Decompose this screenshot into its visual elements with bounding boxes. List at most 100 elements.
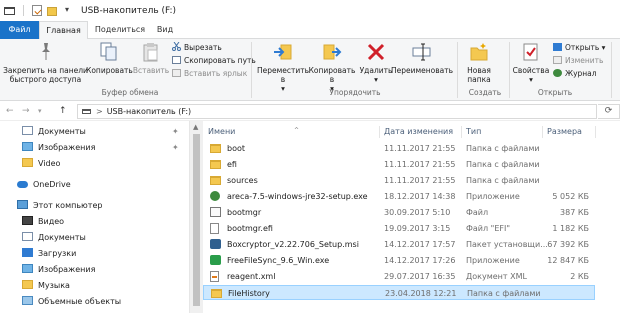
nav-item-video-folder[interactable]: Video [22,156,60,171]
file-type: Файл [466,208,489,217]
copy-button[interactable]: Копировать [86,42,133,75]
file-name: FreeFileSync_9.6_Win.exe [227,256,330,265]
cut-button[interactable]: Вырезать [172,41,222,54]
scroll-up-icon[interactable]: ▲ [193,123,198,131]
nav-label: OneDrive [33,180,71,189]
scissors-icon [172,41,181,51]
efi-file-icon [210,223,219,234]
rename-button[interactable]: Переименовать [390,42,454,75]
file-row[interactable]: efi 11.11.2017 21:55 Папка с файлами [203,157,595,172]
paste-button[interactable]: Вставить [130,42,172,75]
nav-item-downloads[interactable]: Загрузки [22,246,76,261]
group-separator [611,42,612,98]
move-to-button[interactable]: Переместить в ▾ [255,42,311,93]
file-row[interactable]: boot 11.11.2017 21:55 Папка с файлами [203,141,595,156]
back-icon[interactable]: ← [6,106,14,117]
file-row[interactable]: FileHistory 23.04.2018 12:21 Папка с файла… [203,285,595,300]
nav-item-documents[interactable]: Документы [22,230,86,245]
nav-item-documents-quick[interactable]: Документы [22,124,86,139]
tab-share[interactable]: Поделиться [92,21,148,39]
breadcrumb-separator: > [96,107,103,116]
file-row[interactable]: bootmgr 30.09.2017 5:10 Файл 387 КБ [203,205,595,220]
copy-icon [100,42,118,62]
pin-icon[interactable]: ✦ [172,143,179,152]
column-header-size[interactable]: Размера [547,125,582,139]
file-date: 14.12.2017 17:57 [384,240,456,249]
file-name: Boxcryptor_v2.22.706_Setup.msi [227,240,359,249]
organize-group-label: Упорядочить [329,88,381,97]
column-divider[interactable] [595,126,596,138]
up-icon[interactable]: ↑ [59,106,67,117]
recent-locations-icon[interactable]: ▾ [38,106,42,117]
customize-quick-access-icon[interactable]: ▾ [63,5,71,16]
column-divider[interactable] [461,126,462,138]
pin-quick-access-button[interactable]: Закрепить на панели быстрого доступа [3,42,88,84]
nav-item-this-pc[interactable]: Этот компьютер [17,198,102,213]
installer-icon [210,239,221,249]
pin-icon [39,42,53,62]
file-name: reagent.xml [227,272,276,281]
copy-path-button[interactable]: Скопировать путь [172,55,256,67]
history-icon [553,69,562,77]
documents-icon [22,232,33,241]
onedrive-icon [17,181,28,188]
sort-ascending-icon: ^ [294,127,300,134]
column-header-type[interactable]: Тип [466,125,481,139]
edit-button[interactable]: Изменить [553,55,603,67]
file-type: Папка с файлами [467,289,541,298]
pin-icon[interactable]: ✦ [172,127,179,136]
file-type: Файл "EFI" [466,224,511,233]
nav-scrollbar[interactable]: ▲ [189,121,203,313]
nav-item-3d-objects[interactable]: Объемные объекты [22,294,121,309]
paste-shortcut-button[interactable]: Вставить ярлык [172,68,247,80]
file-row[interactable]: sources 11.11.2017 21:55 Папка с файлами [203,173,595,188]
column-header-label: Имени [208,127,236,136]
file-row[interactable]: Boxcryptor_v2.22.706_Setup.msi 14.12.2017… [203,237,595,252]
nav-item-onedrive[interactable]: OneDrive [17,177,71,192]
file-row[interactable]: bootmgr.efi 19.09.2017 3:15 Файл "EFI" 1 18… [203,221,595,236]
column-divider[interactable] [542,126,543,138]
nav-item-music[interactable]: Музыка [22,278,70,293]
file-row[interactable]: FreeFileSync_9.6_Win.exe 14.12.2017 17:26… [203,253,595,268]
pictures-icon [22,142,33,151]
nav-label: Загрузки [38,249,77,258]
file-row[interactable]: reagent.xml 29.07.2017 16:35 Документ XML 2… [203,269,595,284]
refresh-icon[interactable]: ⟳ [598,104,620,119]
nav-label: Документы [38,127,86,136]
history-button[interactable]: Журнал [553,68,597,80]
file-date: 11.11.2017 21:55 [384,160,456,169]
file-row[interactable]: areca-7.5-windows-jre32-setup.exe 18.12.2… [203,189,595,204]
column-divider[interactable] [379,126,380,138]
properties-quick-icon[interactable] [32,5,42,16]
scrollbar-thumb[interactable] [193,134,200,306]
pictures-icon [22,264,33,273]
properties-button[interactable]: Свойства ▾ [511,42,551,84]
nav-item-videos[interactable]: Видео [22,214,64,229]
3d-objects-icon [22,296,33,305]
copy-to-button[interactable]: Копировать в ▾ [307,42,357,93]
nav-label: Объемные объекты [38,297,122,306]
column-header-name[interactable]: Имени ^ [208,125,328,139]
column-header-date[interactable]: Дата изменения [384,125,453,139]
copy-path-label: Скопировать путь [184,56,256,65]
tab-file[interactable]: Файл [0,21,39,39]
edit-label: Изменить [565,56,604,65]
window-title: USB-накопитель (F:) [81,5,177,16]
nav-item-pictures-quick[interactable]: Изображения [22,140,95,155]
new-folder-quick-icon[interactable] [47,6,57,16]
folder-icon [210,176,221,185]
tab-view[interactable]: Вид [150,21,180,39]
folder-icon [22,158,33,167]
videos-icon [22,216,33,225]
address-field[interactable]: > USB-накопитель (F:) [77,104,597,119]
tab-home[interactable]: Главная [39,21,88,40]
nav-item-pictures[interactable]: Изображения [22,262,95,277]
file-date: 18.12.2017 14:38 [384,192,456,201]
new-folder-button[interactable]: Новая папка [458,42,500,84]
breadcrumb-path[interactable]: USB-накопитель (F:) [107,107,191,116]
open-button[interactable]: Открыть ▾ [553,42,605,54]
drive-small-icon [82,109,91,114]
paste-label: Вставить [132,66,170,75]
forward-icon[interactable]: → [22,106,30,117]
file-date: 11.11.2017 21:55 [384,176,456,185]
